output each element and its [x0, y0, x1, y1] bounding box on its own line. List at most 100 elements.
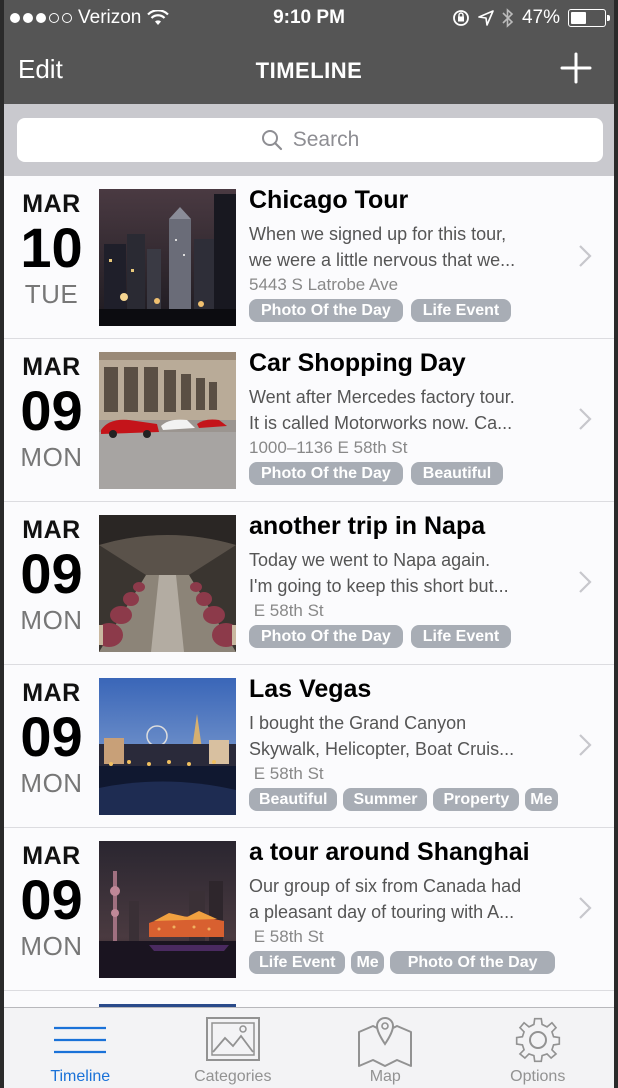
tag-badge[interactable]: Beautiful: [410, 462, 504, 485]
photo-icon: [205, 1017, 260, 1061]
timeline-entry[interactable]: MAR 09 MON a tour around Shanghai Our gr…: [4, 828, 614, 991]
top-bar: Verizon 9:10 PM 47% Edit TIMELINE: [4, 0, 614, 104]
tab-options[interactable]: Options: [462, 1008, 615, 1088]
entry-photo-las-vegas: [99, 678, 236, 815]
tab-categories[interactable]: Categories: [157, 1008, 310, 1088]
entry-month: MAR: [22, 353, 81, 381]
entry-description: I bought the Grand Canyon Skywalk, Helic…: [249, 710, 569, 762]
entry-content: a tour around Shanghai Our group of six …: [249, 838, 569, 974]
tab-label: Timeline: [50, 1068, 111, 1085]
entry-month: MAR: [22, 190, 81, 218]
entry-day: 09: [20, 379, 83, 442]
entry-photo-napa: [99, 515, 236, 652]
tab-bar: Timeline Categories Map Options: [4, 1007, 614, 1088]
entry-weekday: TUE: [24, 279, 79, 309]
tab-label: Options: [510, 1068, 566, 1085]
tag-badge[interactable]: Photo Of the Day: [249, 299, 403, 322]
app-frame: Verizon 9:10 PM 47% Edit TIMELINE Search…: [4, 0, 614, 1088]
entry-day: 10: [20, 216, 83, 279]
status-bar: Verizon 9:10 PM 47%: [4, 0, 614, 36]
entry-weekday: MON: [20, 605, 83, 635]
gear-icon: [515, 1017, 560, 1063]
timeline-list: MAR 10 TUE Chicago Tour When we signed u…: [4, 176, 614, 1011]
timeline-entry[interactable]: MAR 09 MON Car Shopping Day Went after M…: [4, 339, 614, 502]
tag-badge[interactable]: Summer: [343, 788, 428, 811]
entry-description-line: I bought the Grand Canyon: [249, 713, 467, 733]
map-icon: [358, 1017, 413, 1067]
tag-badge[interactable]: Photo Of the Day: [249, 462, 403, 485]
entry-title: Las Vegas: [249, 675, 372, 703]
tag-badge[interactable]: Photo Of the Day: [249, 625, 403, 648]
tag-badge[interactable]: Property: [433, 788, 520, 811]
entry-weekday: MON: [20, 442, 83, 472]
entry-content: another trip in Napa Today we went to Na…: [249, 512, 569, 648]
entry-description-line: It is called Motorworks now. Ca...: [249, 413, 513, 433]
entry-tags: Photo Of the Day Life Event: [249, 625, 569, 648]
timeline-entry[interactable]: MAR 10 TUE Chicago Tour When we signed u…: [4, 176, 614, 339]
tag-badge[interactable]: Life Event: [410, 299, 512, 322]
entry-description-line: a pleasant day of touring with A...: [249, 902, 515, 922]
entry-address: E 58th St: [249, 764, 324, 783]
timeline-entry[interactable]: MAR 09 MON Las Vegas I bought the Grand …: [4, 665, 614, 828]
entry-title: a tour around Shanghai: [249, 838, 530, 866]
tag-badge[interactable]: Me: [351, 951, 384, 974]
entry-title: another trip in Napa: [249, 512, 486, 540]
entry-content: Las Vegas I bought the Grand Canyon Skyw…: [249, 675, 569, 811]
tag-badge[interactable]: Life Event: [249, 951, 346, 974]
entry-title: Chicago Tour: [249, 186, 409, 214]
entry-address: 1000–1136 E 58th St: [249, 438, 408, 457]
entry-date: MAR 09 MON: [4, 353, 99, 473]
entry-date: MAR 10 TUE: [4, 190, 99, 310]
search-bar-container: Search: [4, 104, 614, 176]
entry-tags: Beautiful Summer Property Me: [249, 788, 569, 811]
entry-tags: Photo Of the Day Life Event: [249, 299, 569, 322]
tag-badge[interactable]: Life Event: [410, 625, 512, 648]
entry-photo-shanghai: [99, 841, 236, 978]
entry-date: MAR 09 MON: [4, 842, 99, 962]
entry-month: MAR: [22, 842, 81, 870]
chevron-right-icon: [579, 245, 592, 267]
bluetooth-icon: [502, 8, 514, 28]
tag-badge[interactable]: Photo Of the Day: [389, 951, 556, 974]
entry-tags: Photo Of the Day Beautiful: [249, 462, 569, 485]
entry-description-line: we were a little nervous that we...: [249, 250, 516, 270]
timeline-entry[interactable]: MAR 09 MON another trip in Napa Today we…: [4, 502, 614, 665]
entry-day: 09: [20, 542, 83, 605]
entry-month: MAR: [22, 516, 81, 544]
search-placeholder: Search: [292, 128, 360, 151]
search-icon: [261, 130, 282, 151]
entry-address: E 58th St: [249, 601, 324, 620]
battery-icon: [568, 9, 610, 27]
entry-day: 09: [20, 705, 83, 768]
battery-level: [571, 12, 586, 24]
entry-content: Chicago Tour When we signed up for this …: [249, 186, 569, 322]
entry-address: 5443 S Latrobe Ave: [249, 275, 399, 294]
plus-icon[interactable]: [560, 52, 592, 84]
entry-description: Today we went to Napa again. I'm going t…: [249, 547, 569, 599]
entry-title: Car Shopping Day: [249, 349, 466, 377]
battery-percent: 47%: [521, 7, 560, 28]
nav-bar: Edit TIMELINE: [4, 36, 614, 104]
search-input[interactable]: Search: [17, 118, 603, 162]
entry-weekday: MON: [20, 768, 83, 798]
entry-content: Car Shopping Day Went after Mercedes fac…: [249, 349, 569, 485]
chevron-right-icon: [579, 571, 592, 593]
tab-map[interactable]: Map: [309, 1008, 462, 1088]
entry-description-line: When we signed up for this tour,: [249, 224, 507, 244]
entry-month: MAR: [22, 679, 81, 707]
tag-badge[interactable]: Beautiful: [249, 788, 338, 811]
page-title: TIMELINE: [255, 58, 363, 83]
entry-description-line: Today we went to Napa again.: [249, 550, 491, 570]
entry-tags: Life Event Me Photo Of the Day: [249, 951, 569, 974]
tab-timeline[interactable]: Timeline: [4, 1008, 157, 1088]
chevron-right-icon: [579, 897, 592, 919]
entry-description: Our group of six from Canada had a pleas…: [249, 873, 569, 925]
entry-description-line: Our group of six from Canada had: [249, 876, 522, 896]
entry-description-line: Went after Mercedes factory tour.: [249, 387, 515, 407]
entry-date: MAR 09 MON: [4, 516, 99, 636]
chevron-right-icon: [579, 408, 592, 430]
tag-badge[interactable]: Me: [525, 788, 558, 811]
entry-address: E 58th St: [249, 927, 324, 946]
entry-description: When we signed up for this tour, we were…: [249, 221, 569, 273]
entry-date: MAR 09 MON: [4, 679, 99, 799]
